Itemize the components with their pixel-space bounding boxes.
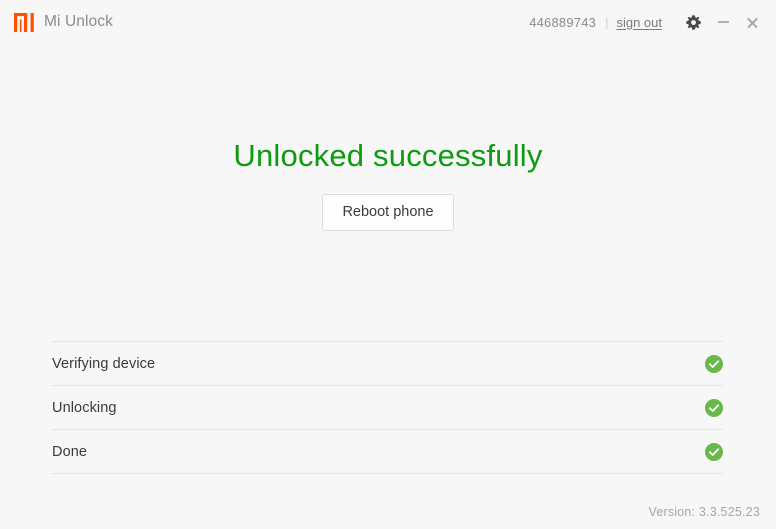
close-icon[interactable] xyxy=(742,12,762,32)
mi-unlock-window: Mi Unlock 446889743 | sign out Unlocked … xyxy=(0,0,776,529)
step-row: Done xyxy=(52,430,723,474)
step-label: Verifying device xyxy=(52,355,156,372)
main-content: Unlocked successfully Reboot phone Verif… xyxy=(0,44,776,529)
step-label: Unlocking xyxy=(52,399,117,416)
check-circle-icon xyxy=(705,398,723,417)
check-circle-icon xyxy=(705,354,723,373)
title-bar: Mi Unlock 446889743 | sign out xyxy=(0,0,776,44)
reboot-phone-button[interactable]: Reboot phone xyxy=(322,194,454,231)
titlebar-actions: 446889743 | sign out xyxy=(529,11,762,33)
app-brand: Mi Unlock xyxy=(14,12,113,32)
step-row: Unlocking xyxy=(52,386,723,430)
sign-out-link[interactable]: sign out xyxy=(616,15,662,30)
page-title: Unlocked successfully xyxy=(233,138,543,173)
step-row: Verifying device xyxy=(52,342,723,386)
mi-logo-icon xyxy=(14,12,35,32)
step-label: Done xyxy=(52,443,88,460)
reboot-button-container: Reboot phone xyxy=(0,194,776,231)
gear-icon[interactable] xyxy=(682,11,704,33)
account-id: 446889743 xyxy=(529,14,597,30)
titlebar-separator: | xyxy=(605,14,609,30)
minimize-icon[interactable] xyxy=(713,12,733,32)
version-label: Version: 3.3.525.23 xyxy=(648,505,760,519)
check-circle-icon xyxy=(705,442,723,461)
progress-step-list: Verifying device Unlocking Done xyxy=(52,341,723,474)
app-title: Mi Unlock xyxy=(44,13,113,30)
